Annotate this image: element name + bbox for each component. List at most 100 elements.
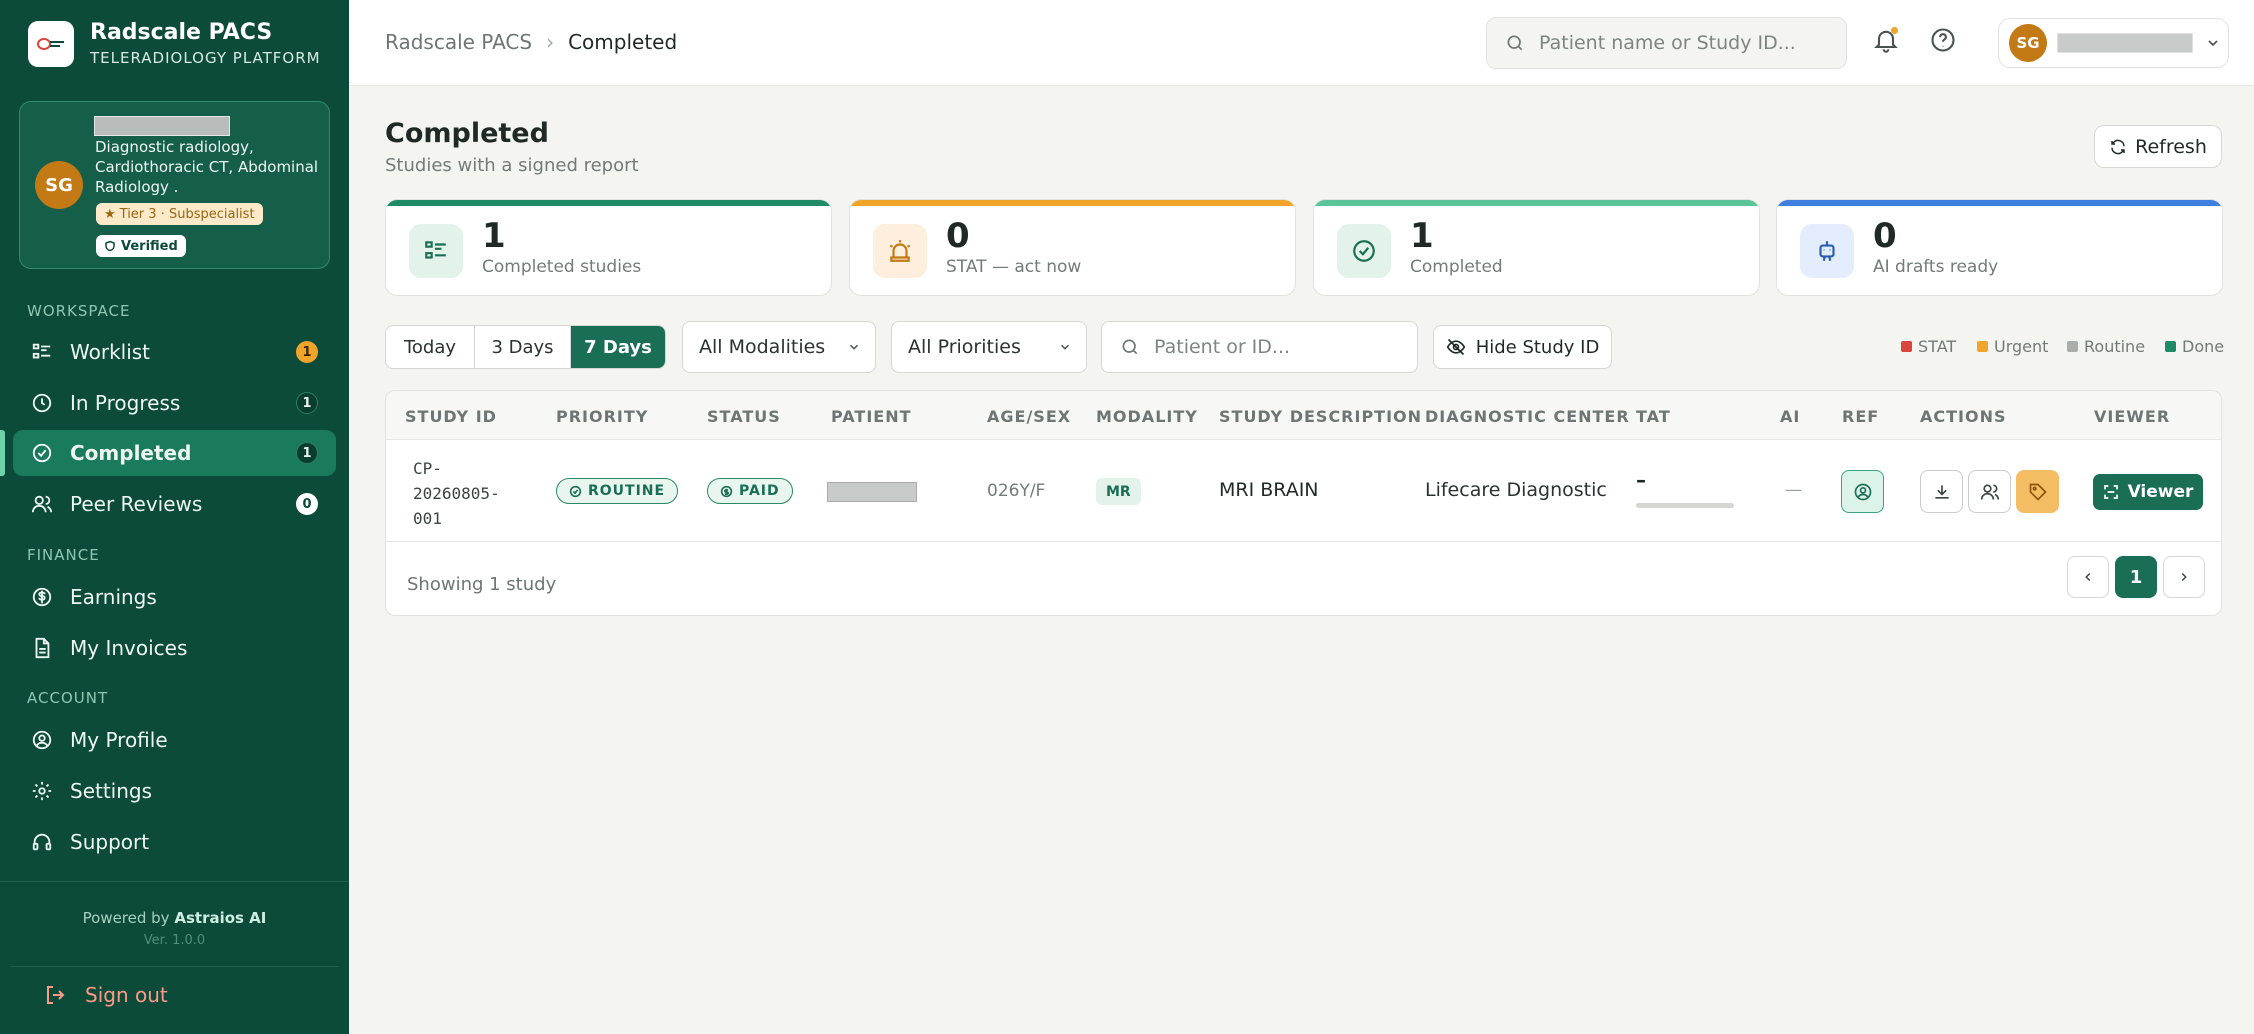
stat-card-completed: 1 Completed: [1313, 199, 1760, 296]
star-icon: ★: [104, 206, 116, 222]
powered-brand-link[interactable]: Astraios AI: [174, 909, 266, 927]
stat-label: Completed studies: [482, 257, 642, 277]
stat-value: 0: [1873, 216, 1897, 256]
age-sex: 026Y/F: [987, 481, 1046, 501]
page-1-button[interactable]: 1: [2115, 556, 2157, 598]
tag-button[interactable]: [2016, 470, 2059, 513]
column-header: AGE/SEX: [987, 407, 1072, 426]
referring-doctor-button[interactable]: [1841, 470, 1884, 513]
help-button[interactable]: [1929, 26, 1957, 54]
notifications-button[interactable]: [1872, 26, 1900, 54]
sidebar-item-my-profile[interactable]: My Profile: [13, 717, 336, 763]
sidebar-item-support[interactable]: Support: [13, 819, 336, 865]
chevron-right-icon: ›: [546, 30, 555, 54]
sign-out-button[interactable]: Sign out: [43, 983, 168, 1007]
range-3-days-button[interactable]: 3 Days: [475, 326, 571, 368]
sidebar-item-label: Worklist: [70, 340, 151, 364]
breadcrumb-root-link[interactable]: Radscale PACS: [385, 30, 532, 54]
stat-value: 1: [482, 216, 506, 256]
section-label-account: ACCOUNT: [27, 689, 109, 707]
sidebar-item-worklist[interactable]: Worklist 1: [13, 329, 336, 375]
tat-progress-bar: [1636, 503, 1734, 508]
stat-stripe: [1314, 200, 1759, 206]
user-name-redacted: [2057, 33, 2193, 53]
stat-card-ai-drafts: 0 AI drafts ready: [1776, 199, 2223, 296]
brand[interactable]: Radscale PACS TELERADIOLOGY PLATFORM: [28, 20, 321, 67]
stat-label: STAT — act now: [946, 257, 1082, 277]
download-icon: [1934, 484, 1949, 499]
column-header: MODALITY: [1096, 407, 1198, 426]
eye-off-icon: [1446, 338, 1465, 356]
studies-table: STUDY ID PRIORITY STATUS PATIENT AGE/SEX…: [385, 390, 2222, 616]
dollar-circle-icon: [32, 587, 52, 607]
search-icon: [1122, 339, 1138, 355]
column-header: TAT: [1636, 407, 1671, 426]
sidebar-item-earnings[interactable]: Earnings: [13, 574, 336, 620]
ai-value: —: [1785, 480, 1802, 500]
divider: [10, 966, 339, 967]
table-row[interactable]: CP- 20260805- 001 ROUTINE PAID 026Y/F MR M…: [386, 440, 2221, 542]
sidebar-item-completed[interactable]: Completed 1: [13, 430, 336, 476]
global-search-input[interactable]: Patient name or Study ID...: [1486, 17, 1847, 69]
legend-item-done: Done: [2165, 337, 2224, 356]
sidebar-item-my-invoices[interactable]: My Invoices: [13, 625, 336, 671]
chevron-down-icon: [1060, 344, 1070, 350]
chevron-left-icon: [2085, 572, 2091, 582]
users-icon: [1980, 484, 1999, 500]
sidebar-item-label: Peer Reviews: [70, 492, 203, 516]
stat-card-completed-studies: 1 Completed studies: [385, 199, 832, 296]
study-id: CP- 20260805- 001: [413, 459, 500, 528]
column-header: AI: [1780, 407, 1801, 426]
prev-page-button[interactable]: [2067, 556, 2109, 598]
notification-dot: [1891, 27, 1898, 34]
user-menu[interactable]: SG: [1998, 18, 2229, 68]
table-search-input[interactable]: Patient or ID...: [1101, 321, 1418, 373]
active-indicator: [0, 430, 5, 476]
modality-select[interactable]: All Modalities: [682, 321, 876, 373]
refresh-icon: [2111, 139, 2125, 154]
modality-badge: MR: [1096, 478, 1141, 505]
headset-icon: [32, 833, 52, 851]
hide-study-id-button[interactable]: Hide Study ID: [1433, 325, 1612, 369]
download-button[interactable]: [1920, 470, 1963, 513]
chevron-down-icon: [849, 344, 859, 350]
shield-check-icon: [105, 240, 115, 252]
column-header: VIEWER: [2094, 407, 2171, 426]
dollar-circle-icon: [720, 485, 733, 497]
column-header: ACTIONS: [1920, 407, 2007, 426]
sidebar-item-peer-reviews[interactable]: Peer Reviews 0: [13, 481, 336, 527]
profile-name-redacted: [94, 116, 230, 136]
sidebar-item-label: My Invoices: [70, 636, 188, 660]
count-badge: 0: [296, 493, 318, 515]
legend-item-routine: Routine: [2067, 337, 2145, 356]
date-range-toggle: Today 3 Days 7 Days: [385, 325, 666, 369]
page-subtitle: Studies with a signed report: [385, 155, 639, 176]
document-icon: [35, 637, 50, 659]
sidebar-item-label: Settings: [70, 779, 153, 803]
assign-users-button[interactable]: [1968, 470, 2011, 513]
logout-icon: [47, 986, 65, 1004]
count-badge: 1: [296, 341, 318, 363]
refresh-button[interactable]: Refresh: [2094, 125, 2222, 168]
column-header: DIAGNOSTIC CENTER: [1425, 407, 1630, 426]
section-label-finance: FINANCE: [27, 546, 100, 564]
priority-select[interactable]: All Priorities: [891, 321, 1087, 373]
sidebar-item-in-progress[interactable]: In Progress 1: [13, 380, 336, 426]
column-header: STUDY DESCRIPTION: [1219, 407, 1423, 426]
results-count: Showing 1 study: [407, 574, 557, 595]
range-7-days-button[interactable]: 7 Days: [571, 326, 665, 368]
count-badge: 1: [296, 442, 318, 464]
next-page-button[interactable]: [2163, 556, 2205, 598]
range-today-button[interactable]: Today: [386, 326, 475, 368]
stat-value: 0: [946, 216, 970, 256]
brand-title: Radscale PACS: [90, 20, 273, 45]
sidebar-item-settings[interactable]: Settings: [13, 768, 336, 814]
page-title: Completed: [385, 118, 549, 149]
tag-icon: [2029, 483, 2047, 501]
legend-item-urgent: Urgent: [1977, 337, 2048, 356]
chevron-right-icon: [2181, 572, 2187, 582]
profile-card[interactable]: SG Diagnostic radiology, Cardiothoracic …: [19, 101, 330, 269]
sidebar-item-label: Support: [70, 830, 150, 854]
viewer-button[interactable]: Viewer: [2093, 474, 2203, 510]
stat-stripe: [1777, 200, 2222, 206]
